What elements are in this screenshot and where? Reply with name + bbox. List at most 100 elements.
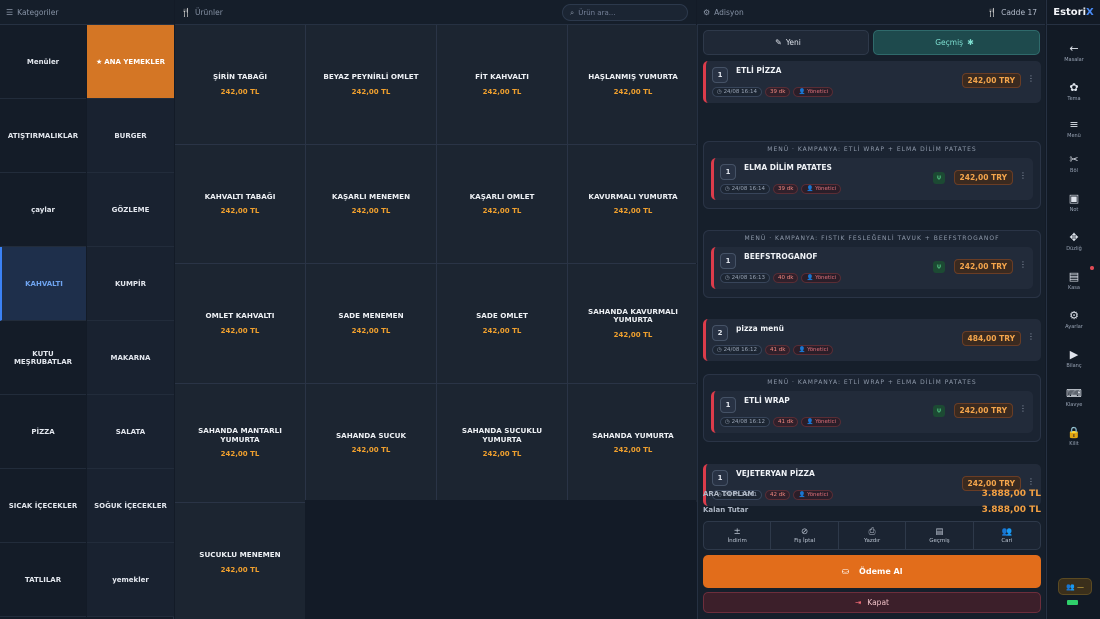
receipt-icon: ⚙ [703,7,711,17]
product-tile[interactable]: HAŞLANMIŞ YUMURTA 242,00 TL [568,25,698,144]
history-action-button[interactable]: ▤ Geçmiş [906,522,974,549]
category-label: KAHVALTI [25,279,63,288]
category-label: Menüler [26,57,60,66]
cancel-receipt-button[interactable]: ⊘ Fiş İptal [771,522,839,549]
quantity-badge[interactable]: 1 [720,397,736,413]
category-12[interactable]: SICAK İÇECEKLER [0,469,86,543]
more-vertical-icon[interactable]: ⋮ [1019,171,1027,180]
item-name: pizza menü [736,324,784,333]
nav-balance[interactable]: ▶ Bilanç [1047,341,1100,375]
more-vertical-icon[interactable]: ⋮ [1019,260,1027,269]
notification-dot [1090,266,1094,270]
print-button[interactable]: ⎙ Yazdır [839,522,907,549]
category-14[interactable]: TATLILAR [0,543,86,617]
campaign-group: MENÜ · KAMPANYA: ETLİ WRAP + ELMA DİLİM … [703,141,1041,209]
more-vertical-icon[interactable]: ⋮ [1027,477,1035,486]
item-name: ETLİ PİZZA [736,66,782,75]
quantity-badge[interactable]: 1 [712,470,728,486]
search-input[interactable]: ⌕ Ürün ara... [562,4,688,21]
category-label: KUMPİR [114,279,147,288]
category-11[interactable]: SALATA [87,395,174,469]
product-tile[interactable]: SAHANDA MANTARLI YUMURTA 242,00 TL [175,383,305,502]
category-1[interactable]: ★ ANA YEMEKLER [87,25,174,99]
kitchen-icon: Ψ [933,261,945,273]
account-button[interactable]: 👥 Cari [974,522,1040,549]
nav-theme[interactable]: ✿ Tema [1047,74,1100,108]
nav-edit[interactable]: ✥ Düzliğ [1047,224,1100,258]
category-8[interactable]: KUTU MEŞRUBATLAR [0,321,86,395]
close-button[interactable]: ⇥ Kapat [703,592,1041,613]
category-13[interactable]: SOĞUK İÇECEKLER [87,469,174,543]
product-tile[interactable]: SAHANDA KAVURMALI YUMURTA 242,00 TL [568,264,698,383]
nav-lock[interactable]: 🔒 Kilit [1047,419,1100,453]
ban-icon: ⊘ [801,527,809,537]
nav-keyboard[interactable]: ⌨ Klavye [1047,380,1100,414]
gear-icon: ✱ [967,38,974,47]
cart-item[interactable]: 1 BEEFSTROGANOF ◷ 24/08 16:13 40 dk 👤 Yöneti… [711,247,1033,289]
nav-tables[interactable]: ← Masalar [1047,35,1100,69]
cart-items-list[interactable]: 1 ETLİ PİZZA ◷ 24/08 16:14 39 dk 👤 Yönetici 2… [703,61,1041,507]
product-tile[interactable]: ŞİRİN TABAĞI 242,00 TL [175,25,305,144]
category-0[interactable]: Menüler [0,25,86,99]
category-label: GÖZLEME [111,205,150,214]
nav-settings[interactable]: ⚙ Ayarlar [1047,302,1100,336]
category-label: yemekler [112,575,149,584]
category-3[interactable]: BURGER [87,99,174,173]
category-7[interactable]: KUMPİR [87,247,174,321]
product-tile[interactable]: KAHVALTI TABAĞI 242,00 TL [175,144,305,263]
product-tile[interactable]: FİT KAHVALTI 242,00 TL [437,25,567,144]
more-vertical-icon[interactable]: ⋮ [1019,404,1027,413]
pay-button[interactable]: ⛀ Ödeme Al [703,555,1041,588]
history-button[interactable]: Geçmiş ✱ [873,30,1040,55]
product-name: OMLET KAHVALTI [205,311,275,320]
nav-split[interactable]: ✂ Böl [1047,146,1100,180]
category-10[interactable]: PİZZA [0,395,86,469]
category-2[interactable]: ATIŞTIRMALIKLAR [0,99,86,173]
user-icon: 👤 [798,89,808,95]
product-tile[interactable]: SAHANDA SUCUK 242,00 TL [306,383,436,502]
more-vertical-icon[interactable]: ⋮ [1027,332,1035,341]
nav-menu[interactable]: ≡ Menü [1047,111,1100,145]
scissors-icon: ✂ [1069,152,1079,166]
cart-item[interactable]: 1 ELMA DİLİM PATATES ◷ 24/08 16:14 39 dk 👤 Y… [711,158,1033,200]
campaign-title: MENÜ · KAMPANYA: ETLİ WRAP + ELMA DİLİM … [767,146,977,153]
product-tile[interactable]: SUCUKLU MENEMEN 242,00 TL [175,503,305,619]
users-icon: 👥 [1001,527,1013,537]
discount-button[interactable]: ± İndirim [704,522,772,549]
hand-coin-icon: ⛀ [841,566,850,577]
product-tile[interactable]: KAVURMALI YUMURTA 242,00 TL [568,144,698,263]
kitchen-icon: Ψ [933,405,945,417]
product-tile[interactable]: SAHANDA SUCUKLU YUMURTA 242,00 TL [437,383,567,502]
quantity-badge[interactable]: 2 [712,325,728,341]
category-5[interactable]: GÖZLEME [87,173,174,247]
quantity-badge[interactable]: 1 [712,67,728,83]
product-price: 242,00 TL [613,330,653,339]
cart-item[interactable]: 1 ETLİ PİZZA ◷ 24/08 16:14 39 dk 👤 Yönetici 2… [703,61,1041,103]
time-pill: ◷ 24/08 16:12 [720,417,771,427]
category-15[interactable]: yemekler [87,543,174,617]
category-label: çaylar [31,205,55,214]
cart-item[interactable]: 1 ETLİ WRAP ◷ 24/08 16:12 41 dk 👤 Yönetici Ψ 2… [711,391,1033,433]
more-vertical-icon[interactable]: ⋮ [1027,74,1035,83]
products-header: 🍴 Ürünler ⌕ Ürün ara... [175,0,696,25]
product-tile[interactable]: SADE MENEMEN 242,00 TL [306,264,436,383]
product-tile[interactable]: SADE OMLET 242,00 TL [437,264,567,383]
product-tile[interactable]: BEYAZ PEYNİRLİ OMLET 242,00 TL [306,25,436,144]
categories-title: Kategoriler [17,7,59,17]
product-tile[interactable]: KAŞARLI MENEMEN 242,00 TL [306,144,436,263]
nav-note[interactable]: ▣ Not [1047,185,1100,219]
category-6[interactable]: KAHVALTI [0,247,86,321]
product-tile[interactable]: SAHANDA YUMURTA 242,00 TL [568,383,698,502]
product-price: 242,00 TL [351,446,391,454]
product-tile[interactable]: OMLET KAHVALTI 242,00 TL [175,264,305,383]
user-chip[interactable]: 👥 — [1058,578,1092,595]
cart-item[interactable]: 2 pizza menü ◷ 24/08 16:12 41 dk 👤 Yönetici 4… [703,319,1041,361]
product-tile[interactable]: KAŞARLI OMLET 242,00 TL [437,144,567,263]
category-9[interactable]: MAKARNA [87,321,174,395]
product-price: 242,00 TL [351,326,391,335]
new-order-button[interactable]: ✎ Yeni [703,30,869,55]
quantity-badge[interactable]: 1 [720,253,736,269]
category-4[interactable]: çaylar [0,173,86,247]
note-icon: ▣ [1068,191,1080,205]
quantity-badge[interactable]: 1 [720,164,736,180]
